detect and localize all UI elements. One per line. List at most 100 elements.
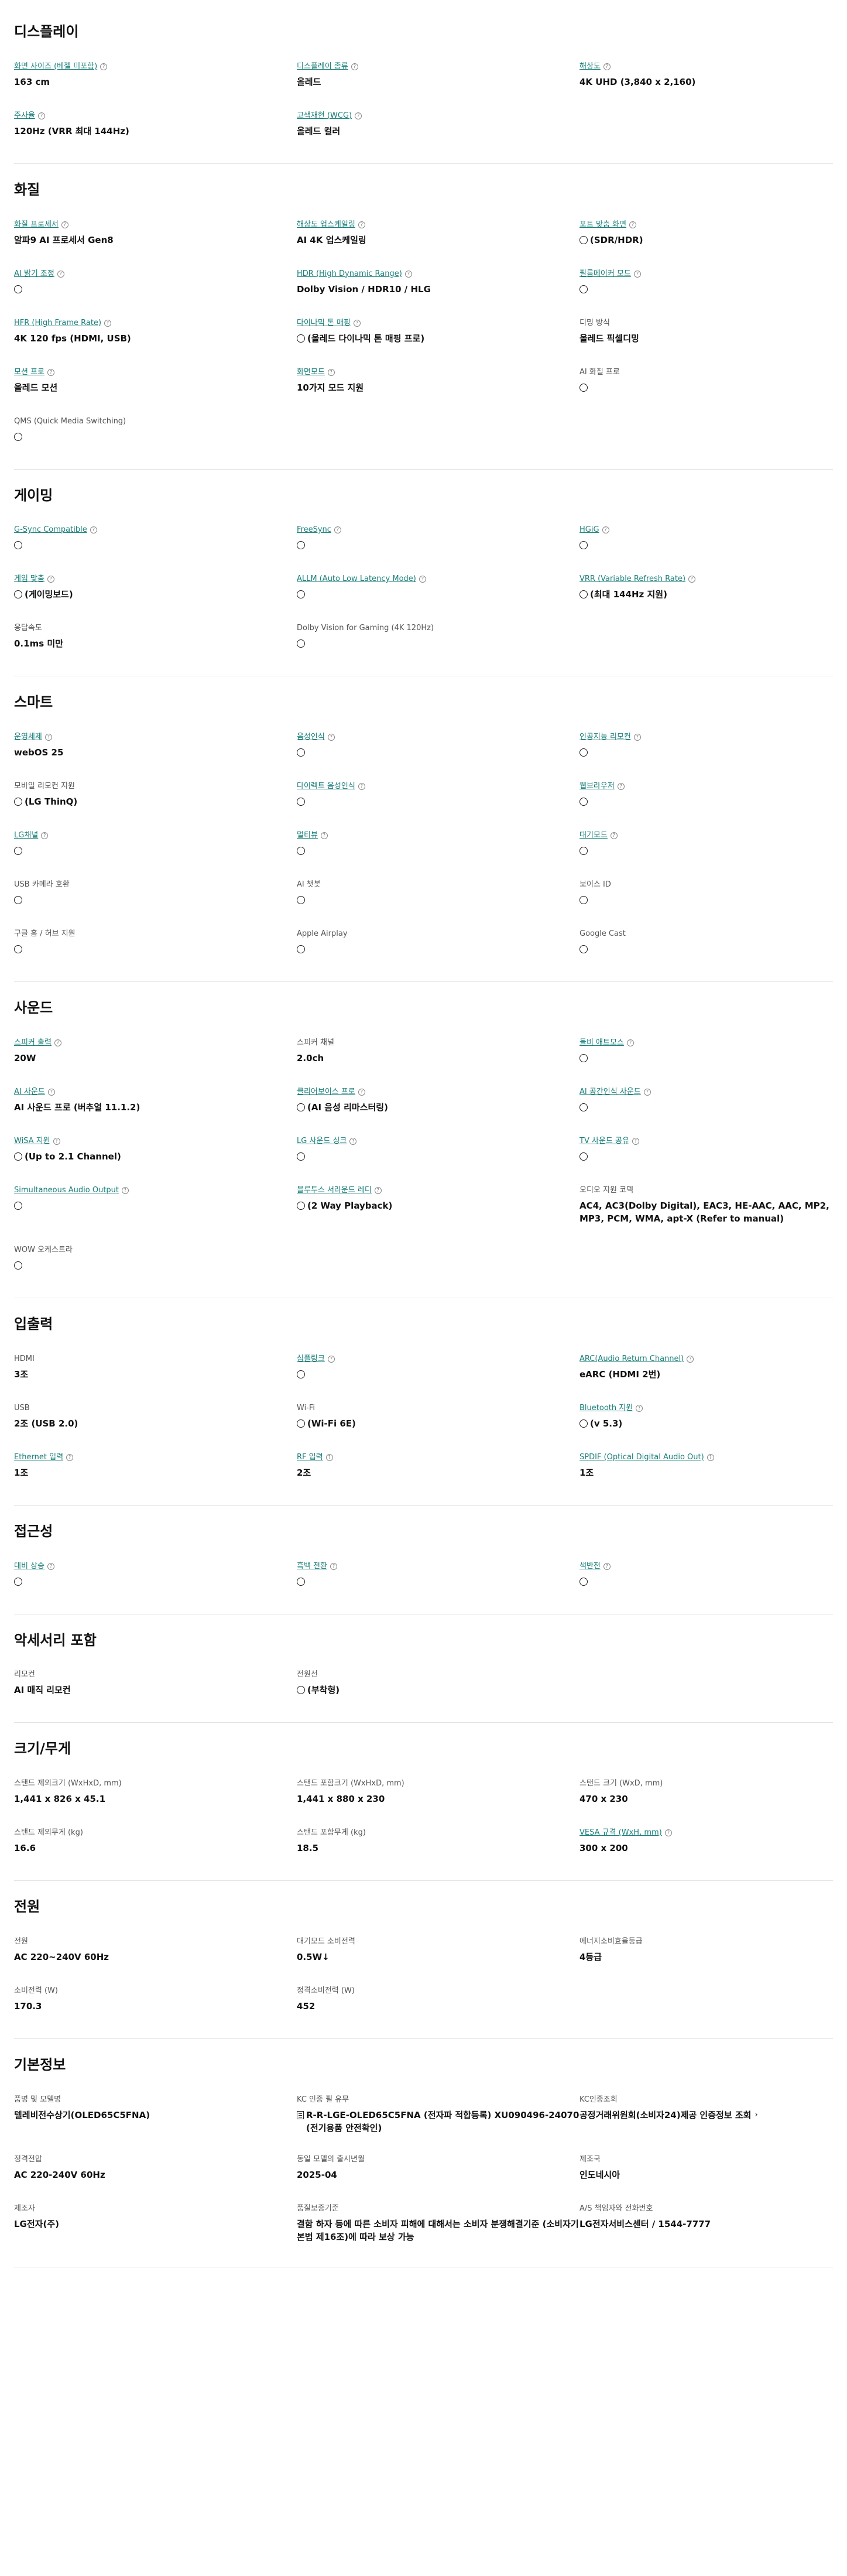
spec-label[interactable]: AI 사운드?: [14, 1087, 297, 1097]
help-icon[interactable]: ?: [57, 270, 64, 278]
spec-label[interactable]: 해상도?: [579, 61, 833, 72]
spec-label-link[interactable]: LG 사운드 싱크: [297, 1136, 347, 1147]
spec-label-link[interactable]: SPDIF (Optical Digital Audio Out): [579, 1452, 704, 1463]
chevron-right-icon[interactable]: ›: [755, 2109, 757, 2122]
help-icon[interactable]: ?: [330, 1562, 337, 1570]
spec-label-link[interactable]: 흑백 전환: [297, 1561, 327, 1572]
spec-label[interactable]: HDR (High Dynamic Range)?: [297, 269, 579, 279]
spec-label[interactable]: FreeSync?: [297, 525, 579, 535]
spec-label[interactable]: 대기모드?: [579, 830, 833, 841]
spec-label-link[interactable]: 화면 사이즈 (베젤 미포함): [14, 61, 97, 72]
help-icon[interactable]: ?: [636, 1404, 643, 1412]
spec-label[interactable]: 웹브라우저?: [579, 781, 833, 792]
spec-label[interactable]: 스피커 출력?: [14, 1038, 297, 1048]
help-icon[interactable]: ?: [629, 221, 637, 228]
spec-label-link[interactable]: 디스플레이 종류: [297, 61, 348, 72]
spec-label-link[interactable]: 색반전: [579, 1561, 601, 1572]
spec-label[interactable]: 해상도 업스케일링?: [297, 220, 579, 230]
help-icon[interactable]: ?: [44, 734, 52, 741]
spec-label[interactable]: 화질 프로세서?: [14, 220, 297, 230]
help-icon[interactable]: ?: [47, 1088, 55, 1096]
spec-label[interactable]: AI 공간인식 사운드?: [579, 1087, 833, 1097]
spec-label-link[interactable]: 화면모드: [297, 367, 325, 378]
spec-label[interactable]: 화면모드?: [297, 367, 579, 378]
spec-label-link[interactable]: 블루투스 서라운드 레디: [297, 1185, 372, 1196]
help-icon[interactable]: ?: [122, 1186, 129, 1194]
spec-label-link[interactable]: 심플링크: [297, 1354, 325, 1364]
spec-label[interactable]: 음성인식?: [297, 732, 579, 743]
help-icon[interactable]: ?: [66, 1453, 74, 1461]
help-icon[interactable]: ?: [633, 270, 641, 278]
help-icon[interactable]: ?: [47, 576, 54, 583]
spec-label[interactable]: 심플링크?: [297, 1354, 579, 1364]
help-icon[interactable]: ?: [688, 576, 696, 583]
spec-label-link[interactable]: 주사율: [14, 111, 35, 121]
spec-label-link[interactable]: HDR (High Dynamic Range): [297, 269, 402, 279]
spec-label-link[interactable]: AI 사운드: [14, 1087, 45, 1097]
spec-label-link[interactable]: VESA 규격 (WxH, mm): [579, 1828, 662, 1838]
spec-label-link[interactable]: WiSA 지원: [14, 1136, 50, 1147]
spec-label-link[interactable]: 클리어보이스 프로: [297, 1087, 355, 1097]
spec-label-link[interactable]: 음성인식: [297, 732, 325, 743]
spec-label-link[interactable]: 게임 맞춤: [14, 574, 44, 584]
help-icon[interactable]: ?: [358, 221, 365, 228]
help-icon[interactable]: ?: [100, 63, 108, 70]
help-icon[interactable]: ?: [327, 734, 335, 741]
spec-label[interactable]: LG채널?: [14, 830, 297, 841]
spec-label[interactable]: 블루투스 서라운드 레디?: [297, 1185, 579, 1196]
help-icon[interactable]: ?: [358, 783, 365, 791]
help-icon[interactable]: ?: [355, 112, 362, 119]
help-icon[interactable]: ?: [47, 368, 54, 376]
spec-label-link[interactable]: 해상도: [579, 61, 601, 72]
spec-label-link[interactable]: 화질 프로세서: [14, 220, 59, 230]
spec-label-link[interactable]: 인공지능 리모컨: [579, 732, 631, 743]
spec-label-link[interactable]: 다이렉트 음성인식: [297, 781, 355, 792]
spec-label-link[interactable]: 다이나믹 톤 매핑: [297, 318, 351, 329]
spec-label-link[interactable]: Bluetooth 지원: [579, 1403, 633, 1414]
help-icon[interactable]: ?: [334, 526, 341, 534]
spec-label[interactable]: ARC(Audio Return Channel)?: [579, 1354, 833, 1364]
help-icon[interactable]: ?: [37, 112, 45, 119]
help-icon[interactable]: ?: [617, 783, 625, 791]
help-icon[interactable]: ?: [626, 1039, 634, 1046]
spec-label[interactable]: 인공지능 리모컨?: [579, 732, 833, 743]
help-icon[interactable]: ?: [633, 734, 641, 741]
spec-label[interactable]: LG 사운드 싱크?: [297, 1136, 579, 1147]
spec-label[interactable]: 화면 사이즈 (베젤 미포함)?: [14, 61, 297, 72]
spec-label-link[interactable]: 멀티뷰: [297, 830, 318, 841]
spec-label[interactable]: Simultaneous Audio Output?: [14, 1185, 297, 1196]
help-icon[interactable]: ?: [354, 319, 361, 327]
help-icon[interactable]: ?: [349, 1137, 357, 1145]
spec-label-link[interactable]: 필름메이커 모드: [579, 269, 631, 279]
spec-label-link[interactable]: ALLM (Auto Low Latency Mode): [297, 574, 416, 584]
spec-label[interactable]: 필름메이커 모드?: [579, 269, 833, 279]
spec-label[interactable]: 돌비 애트모스?: [579, 1038, 833, 1048]
spec-label-link[interactable]: TV 사운드 공유: [579, 1136, 629, 1147]
help-icon[interactable]: ?: [707, 1453, 714, 1461]
spec-label-link[interactable]: AI 공간인식 사운드: [579, 1087, 641, 1097]
spec-label-link[interactable]: FreeSync: [297, 525, 331, 535]
spec-label-link[interactable]: Simultaneous Audio Output: [14, 1185, 119, 1196]
spec-label[interactable]: 운영체제?: [14, 732, 297, 743]
spec-label[interactable]: 모션 프로?: [14, 367, 297, 378]
spec-label[interactable]: 대비 상승?: [14, 1561, 297, 1572]
help-icon[interactable]: ?: [358, 1088, 365, 1096]
help-icon[interactable]: ?: [47, 1562, 54, 1570]
spec-label[interactable]: AI 밝기 조정?: [14, 269, 297, 279]
spec-label[interactable]: 멀티뷰?: [297, 830, 579, 841]
help-icon[interactable]: ?: [53, 1137, 60, 1145]
spec-label-link[interactable]: 스피커 출력: [14, 1038, 52, 1048]
spec-label[interactable]: ALLM (Auto Low Latency Mode)?: [297, 574, 579, 584]
spec-label[interactable]: 다이나믹 톤 매핑?: [297, 318, 579, 329]
spec-label[interactable]: 흑백 전환?: [297, 1561, 579, 1572]
spec-label[interactable]: 고색재현 (WCG)?: [297, 111, 579, 121]
spec-label-link[interactable]: 고색재현 (WCG): [297, 111, 352, 121]
spec-label[interactable]: HGiG?: [579, 525, 833, 535]
spec-label-link[interactable]: 돌비 애트모스: [579, 1038, 624, 1048]
help-icon[interactable]: ?: [41, 832, 49, 840]
spec-label-link[interactable]: Ethernet 입력: [14, 1452, 63, 1463]
spec-value-text[interactable]: 공정거래위원회(소비자24)제공 인증정보 조회: [579, 2109, 751, 2122]
spec-label[interactable]: G-Sync Compatible?: [14, 525, 297, 535]
spec-label-link[interactable]: HGiG: [579, 525, 599, 535]
help-icon[interactable]: ?: [90, 526, 97, 534]
